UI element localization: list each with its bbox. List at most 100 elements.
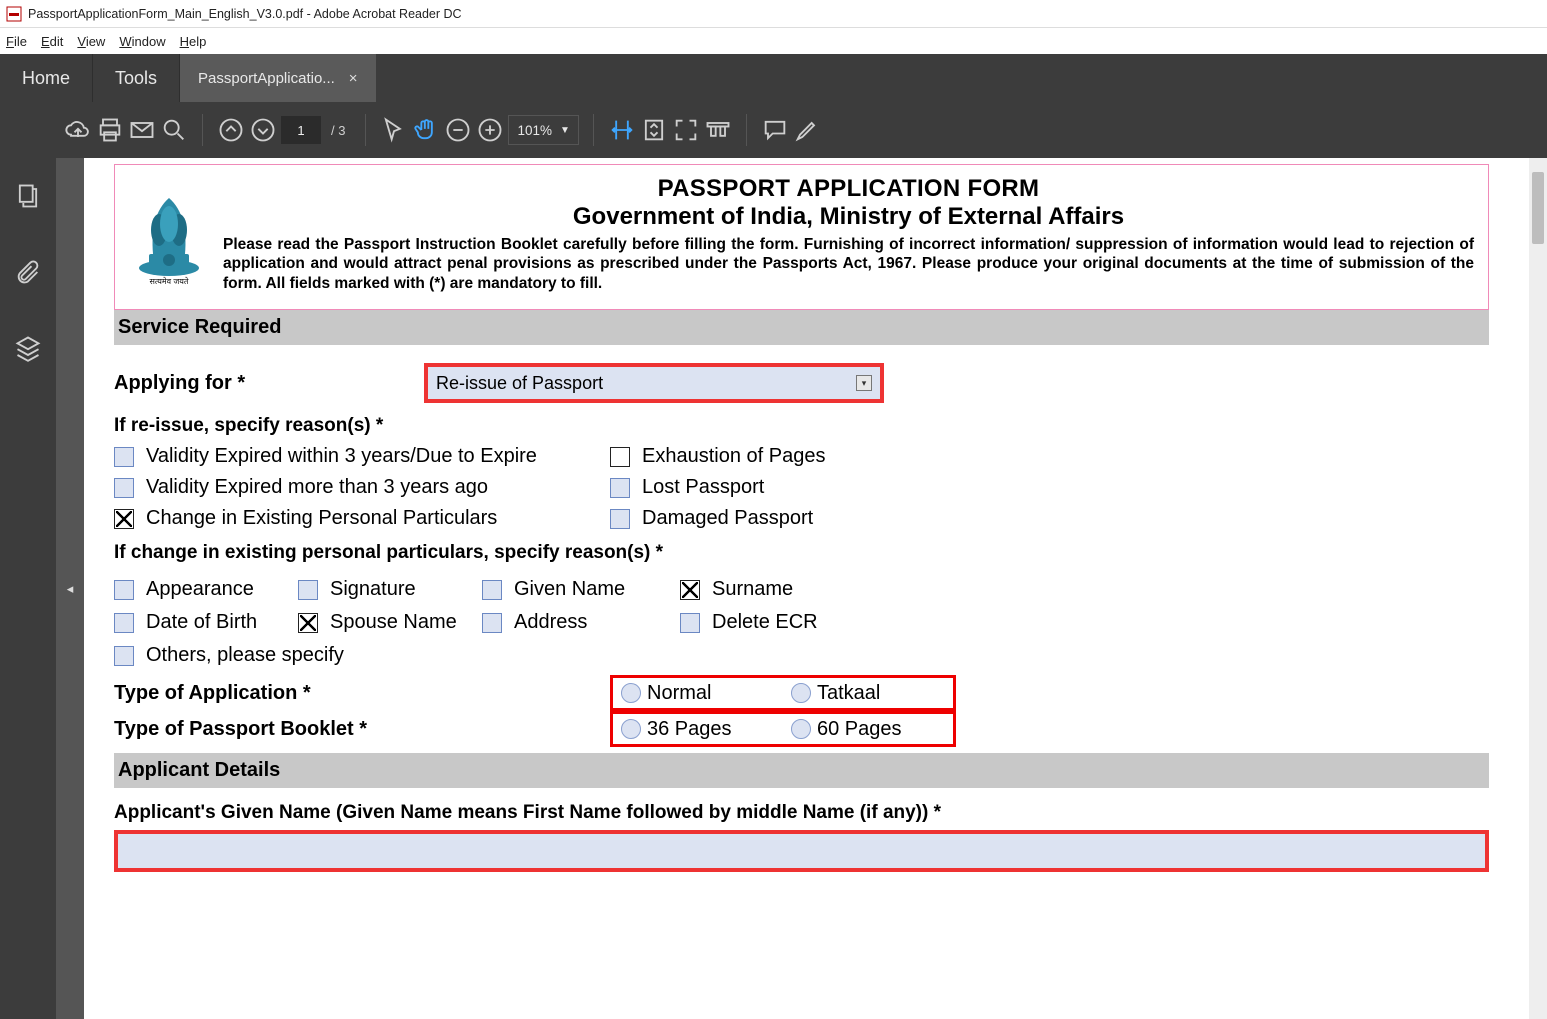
- cb-signature-label: Signature: [330, 578, 416, 601]
- collapse-rail-button[interactable]: ◂: [56, 158, 84, 1019]
- cb-exhaustion-pages-label: Exhaustion of Pages: [642, 445, 825, 468]
- mail-icon[interactable]: [128, 116, 156, 144]
- cb-dob[interactable]: [114, 613, 134, 633]
- cb-dob-label: Date of Birth: [146, 611, 257, 634]
- fit-width-icon[interactable]: [608, 116, 636, 144]
- applying-for-value: Re-issue of Passport: [436, 373, 603, 394]
- reissue-reason-label: If re-issue, specify reason(s) *: [114, 415, 1489, 437]
- cb-surname-label: Surname: [712, 578, 793, 601]
- zoom-in-icon[interactable]: [476, 116, 504, 144]
- menu-view[interactable]: View: [77, 34, 105, 49]
- separator: [593, 114, 594, 146]
- cb-change-particulars[interactable]: [114, 509, 134, 529]
- menu-help[interactable]: Help: [180, 34, 207, 49]
- cb-address[interactable]: [482, 613, 502, 633]
- separator: [365, 114, 366, 146]
- thumbnails-panel-icon[interactable]: [14, 182, 42, 210]
- search-icon[interactable]: [160, 116, 188, 144]
- type-application-group: Normal Tatkaal: [610, 675, 956, 711]
- cb-surname[interactable]: [680, 580, 700, 600]
- cb-signature[interactable]: [298, 580, 318, 600]
- document-viewer[interactable]: सत्यमेव जयते PASSPORT APPLICATION FORM G…: [84, 158, 1547, 1019]
- cb-exhaustion-pages[interactable]: [610, 447, 630, 467]
- radio-icon: [791, 683, 811, 703]
- given-name-label: Applicant's Given Name (Given Name means…: [114, 802, 1489, 824]
- fit-page-icon[interactable]: [640, 116, 668, 144]
- applying-for-label: Applying for *: [114, 372, 424, 395]
- cb-given-name[interactable]: [482, 580, 502, 600]
- page-down-icon[interactable]: [249, 116, 277, 144]
- menubar: File Edit View Window Help: [0, 28, 1547, 54]
- comment-icon[interactable]: [761, 116, 789, 144]
- cb-lost-passport[interactable]: [610, 478, 630, 498]
- tab-home[interactable]: Home: [0, 54, 93, 102]
- cb-delete-ecr[interactable]: [680, 613, 700, 633]
- zoom-level-select[interactable]: 101% ▼: [508, 115, 578, 145]
- page-number-input[interactable]: [281, 116, 321, 144]
- radio-60pages[interactable]: 60 Pages: [783, 718, 953, 741]
- tab-close-icon[interactable]: ×: [349, 70, 358, 87]
- fullscreen-icon[interactable]: [672, 116, 700, 144]
- svg-text:सत्यमेव जयते: सत्यमेव जयते: [150, 276, 189, 286]
- type-application-label: Type of Application *: [114, 682, 610, 705]
- page-total: / 3: [331, 123, 345, 138]
- cb-validity-more-3y[interactable]: [114, 478, 134, 498]
- cb-appearance[interactable]: [114, 580, 134, 600]
- cb-damaged-passport-label: Damaged Passport: [642, 507, 813, 530]
- hand-tool-icon[interactable]: [412, 116, 440, 144]
- cb-validity-expired-3y-label: Validity Expired within 3 years/Due to E…: [146, 445, 537, 468]
- cb-lost-passport-label: Lost Passport: [642, 476, 764, 499]
- cb-spouse-name[interactable]: [298, 613, 318, 633]
- radio-icon: [791, 719, 811, 739]
- india-emblem-icon: सत्यमेव जयते: [129, 175, 209, 295]
- read-mode-icon[interactable]: [704, 116, 732, 144]
- menu-edit[interactable]: Edit: [41, 34, 63, 49]
- menu-file[interactable]: File: [6, 34, 27, 49]
- select-arrow-icon[interactable]: [380, 116, 408, 144]
- tab-strip: Home Tools PassportApplicatio... ×: [0, 54, 1547, 102]
- cloud-upload-icon[interactable]: [64, 116, 92, 144]
- scrollbar-thumb[interactable]: [1532, 172, 1544, 244]
- form-instructions: Please read the Passport Instruction Boo…: [223, 235, 1474, 293]
- window-title: PassportApplicationForm_Main_English_V3.…: [28, 7, 462, 21]
- print-icon[interactable]: [96, 116, 124, 144]
- change-reason-label: If change in existing personal particula…: [114, 542, 1489, 564]
- zoom-out-icon[interactable]: [444, 116, 472, 144]
- radio-60pages-label: 60 Pages: [817, 718, 902, 741]
- radio-normal-label: Normal: [647, 682, 711, 705]
- zoom-value: 101%: [517, 123, 552, 138]
- menu-window[interactable]: Window: [119, 34, 165, 49]
- radio-36pages[interactable]: 36 Pages: [613, 718, 783, 741]
- attachments-panel-icon[interactable]: [14, 258, 42, 286]
- window-titlebar: PassportApplicationForm_Main_English_V3.…: [0, 0, 1547, 28]
- chevron-down-icon: ▼: [560, 125, 570, 136]
- section-applicant-details: Applicant Details: [114, 753, 1489, 788]
- cb-validity-expired-3y[interactable]: [114, 447, 134, 467]
- tab-document[interactable]: PassportApplicatio... ×: [180, 54, 376, 102]
- layers-panel-icon[interactable]: [14, 334, 42, 362]
- radio-tatkaal[interactable]: Tatkaal: [783, 682, 953, 705]
- radio-36pages-label: 36 Pages: [647, 718, 732, 741]
- cb-others[interactable]: [114, 646, 134, 666]
- radio-icon: [621, 683, 641, 703]
- cb-damaged-passport[interactable]: [610, 509, 630, 529]
- tab-document-label: PassportApplicatio...: [198, 70, 335, 87]
- form-subtitle: Government of India, Ministry of Externa…: [223, 203, 1474, 231]
- radio-icon: [621, 719, 641, 739]
- pdf-app-icon: [6, 6, 22, 22]
- cb-delete-ecr-label: Delete ECR: [712, 611, 818, 634]
- highlight-pen-icon[interactable]: [793, 116, 821, 144]
- chevron-down-icon: ▾: [856, 375, 872, 391]
- chevron-left-icon: ◂: [67, 581, 74, 597]
- form-title: PASSPORT APPLICATION FORM: [223, 175, 1474, 203]
- left-nav-rail: [0, 158, 56, 1019]
- page-up-icon[interactable]: [217, 116, 245, 144]
- separator: [746, 114, 747, 146]
- applying-for-select[interactable]: Re-issue of Passport ▾: [424, 363, 884, 403]
- separator: [202, 114, 203, 146]
- radio-normal[interactable]: Normal: [613, 682, 783, 705]
- type-booklet-label: Type of Passport Booklet *: [114, 718, 610, 741]
- given-name-input[interactable]: [114, 830, 1489, 872]
- vertical-scrollbar[interactable]: [1529, 158, 1547, 1019]
- tab-tools[interactable]: Tools: [93, 54, 180, 102]
